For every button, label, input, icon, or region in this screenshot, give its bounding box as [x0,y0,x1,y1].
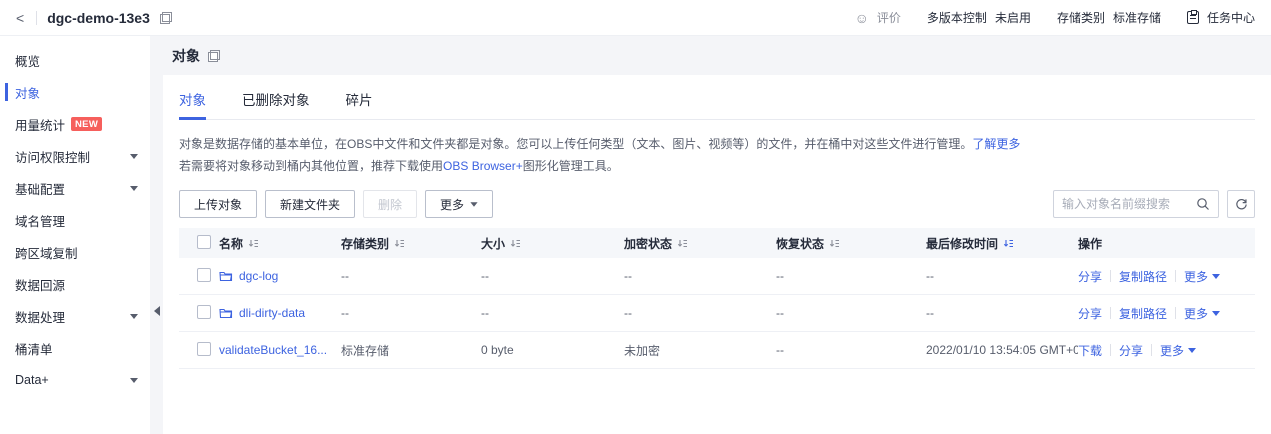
versioning-value: 未启用 [995,9,1031,26]
object-name-link[interactable]: validateBucket_16... [219,343,327,357]
sidebar-item-basic-config[interactable]: 基础配置 [0,172,150,204]
sidebar-item-back-to-source[interactable]: 数据回源 [0,268,150,300]
learn-more-link[interactable]: 了解更多 [972,137,1020,151]
refresh-icon [1235,198,1248,211]
storage-class-label: 存储类别 [1057,9,1105,26]
copy-icon[interactable] [208,50,220,62]
task-center-button[interactable]: 任务中心 [1187,9,1255,26]
copy-path-link[interactable]: 复制路径 [1119,305,1167,322]
task-center-label: 任务中心 [1207,9,1255,26]
chevron-down-icon [130,314,138,319]
table-row: validateBucket_16... 标准存储 0 byte 未加密 -- … [179,332,1255,369]
sort-icon-active[interactable] [1003,238,1014,249]
new-badge: NEW [71,117,102,131]
download-link[interactable]: 下载 [1078,342,1102,359]
search-box [1053,190,1219,218]
obs-browser-link[interactable]: OBS Browser+ [443,159,523,173]
page-title: 对象 [172,46,200,66]
chevron-down-icon [130,186,138,191]
sidebar: 概览 对象 用量统计NEW 访问权限控制 基础配置 域名管理 跨区域复制 数据回… [0,36,150,434]
feedback-button[interactable]: ☺ 评价 [855,9,901,26]
sort-icon[interactable] [248,238,259,249]
select-all-checkbox[interactable] [197,235,211,249]
versioning-label: 多版本控制 [927,9,987,26]
task-center-icon [1187,11,1199,24]
topbar: < dgc-demo-13e3 ☺ 评价 多版本控制 未启用 存储类别 标准存储… [0,0,1271,36]
chevron-down-icon [470,202,477,207]
back-icon[interactable]: < [14,9,26,27]
storage-class-value: 标准存储 [1113,9,1161,26]
description-line1: 对象是数据存储的基本单位，在OBS中文件和文件夹都是对象。您可以上传任何类型（文… [179,137,972,151]
description-line2: 若需要将对象移动到桶内其他位置，推荐下载使用 [179,159,443,173]
sort-icon[interactable] [829,238,840,249]
new-folder-button[interactable]: 新建文件夹 [265,190,355,218]
table-row: dgc-log -- -- -- -- -- 分享 复制路径 更多 [179,258,1255,295]
chevron-down-icon [130,378,138,383]
more-link[interactable]: 更多 [1184,305,1220,322]
sidebar-item-cross-region[interactable]: 跨区域复制 [0,236,150,268]
bucket-name: dgc-demo-13e3 [47,10,150,26]
tab-objects[interactable]: 对象 [179,89,206,119]
chevron-down-icon [1212,274,1220,279]
chevron-down-icon [130,154,138,159]
folder-icon [219,270,233,282]
sort-icon[interactable] [677,238,688,249]
upload-object-button[interactable]: 上传对象 [179,190,257,218]
sidebar-item-bucket-inventory[interactable]: 桶清单 [0,332,150,364]
sidebar-item-data-plus[interactable]: Data+ [0,364,150,396]
sidebar-item-usage-stats[interactable]: 用量统计NEW [0,108,150,140]
share-link[interactable]: 分享 [1078,305,1102,322]
more-link[interactable]: 更多 [1184,268,1220,285]
table-header: 名称 存储类别 大小 加密状态 恢复状态 最后修改时间 操作 [179,228,1255,258]
more-link[interactable]: 更多 [1160,342,1196,359]
sidebar-item-access-control[interactable]: 访问权限控制 [0,140,150,172]
divider [36,11,37,25]
tab-bar: 对象 已删除对象 碎片 [179,75,1255,120]
table-row: dli-dirty-data -- -- -- -- -- 分享 复制路径 更多 [179,295,1255,332]
smiley-icon: ☺ [855,11,869,25]
feedback-label: 评价 [877,9,901,26]
sort-icon[interactable] [510,238,521,249]
sidebar-item-data-processing[interactable]: 数据处理 [0,300,150,332]
sidebar-item-overview[interactable]: 概览 [0,44,150,76]
row-checkbox[interactable] [197,342,211,356]
object-name-link[interactable]: dgc-log [239,269,278,283]
sidebar-item-domain-mgmt[interactable]: 域名管理 [0,204,150,236]
more-button[interactable]: 更多 [425,190,493,218]
chevron-down-icon [1212,311,1220,316]
copy-icon[interactable] [160,12,172,24]
share-link[interactable]: 分享 [1078,268,1102,285]
search-icon[interactable] [1196,197,1210,211]
row-checkbox[interactable] [197,305,211,319]
delete-button[interactable]: 删除 [363,190,417,218]
object-name-link[interactable]: dli-dirty-data [239,306,305,320]
sort-icon[interactable] [394,238,405,249]
search-input[interactable] [1062,197,1196,211]
row-checkbox[interactable] [197,268,211,282]
chevron-down-icon [1188,348,1196,353]
sidebar-collapse-icon[interactable] [154,306,160,316]
tab-deleted-objects[interactable]: 已删除对象 [242,89,310,119]
folder-icon [219,307,233,319]
share-link[interactable]: 分享 [1119,342,1143,359]
sidebar-item-objects[interactable]: 对象 [0,76,150,108]
description: 对象是数据存储的基本单位，在OBS中文件和文件夹都是对象。您可以上传任何类型（文… [179,133,1255,177]
objects-card: 对象 已删除对象 碎片 对象是数据存储的基本单位，在OBS中文件和文件夹都是对象… [163,75,1271,434]
refresh-button[interactable] [1227,190,1255,218]
main-content: 对象 对象 已删除对象 碎片 对象是数据存储的基本单位，在OBS中文件和文件夹都… [150,36,1271,434]
copy-path-link[interactable]: 复制路径 [1119,268,1167,285]
tab-fragments[interactable]: 碎片 [346,89,373,119]
toolbar: 上传对象 新建文件夹 删除 更多 [179,190,1255,218]
objects-table: 名称 存储类别 大小 加密状态 恢复状态 最后修改时间 操作 dgc-log -… [179,228,1255,369]
